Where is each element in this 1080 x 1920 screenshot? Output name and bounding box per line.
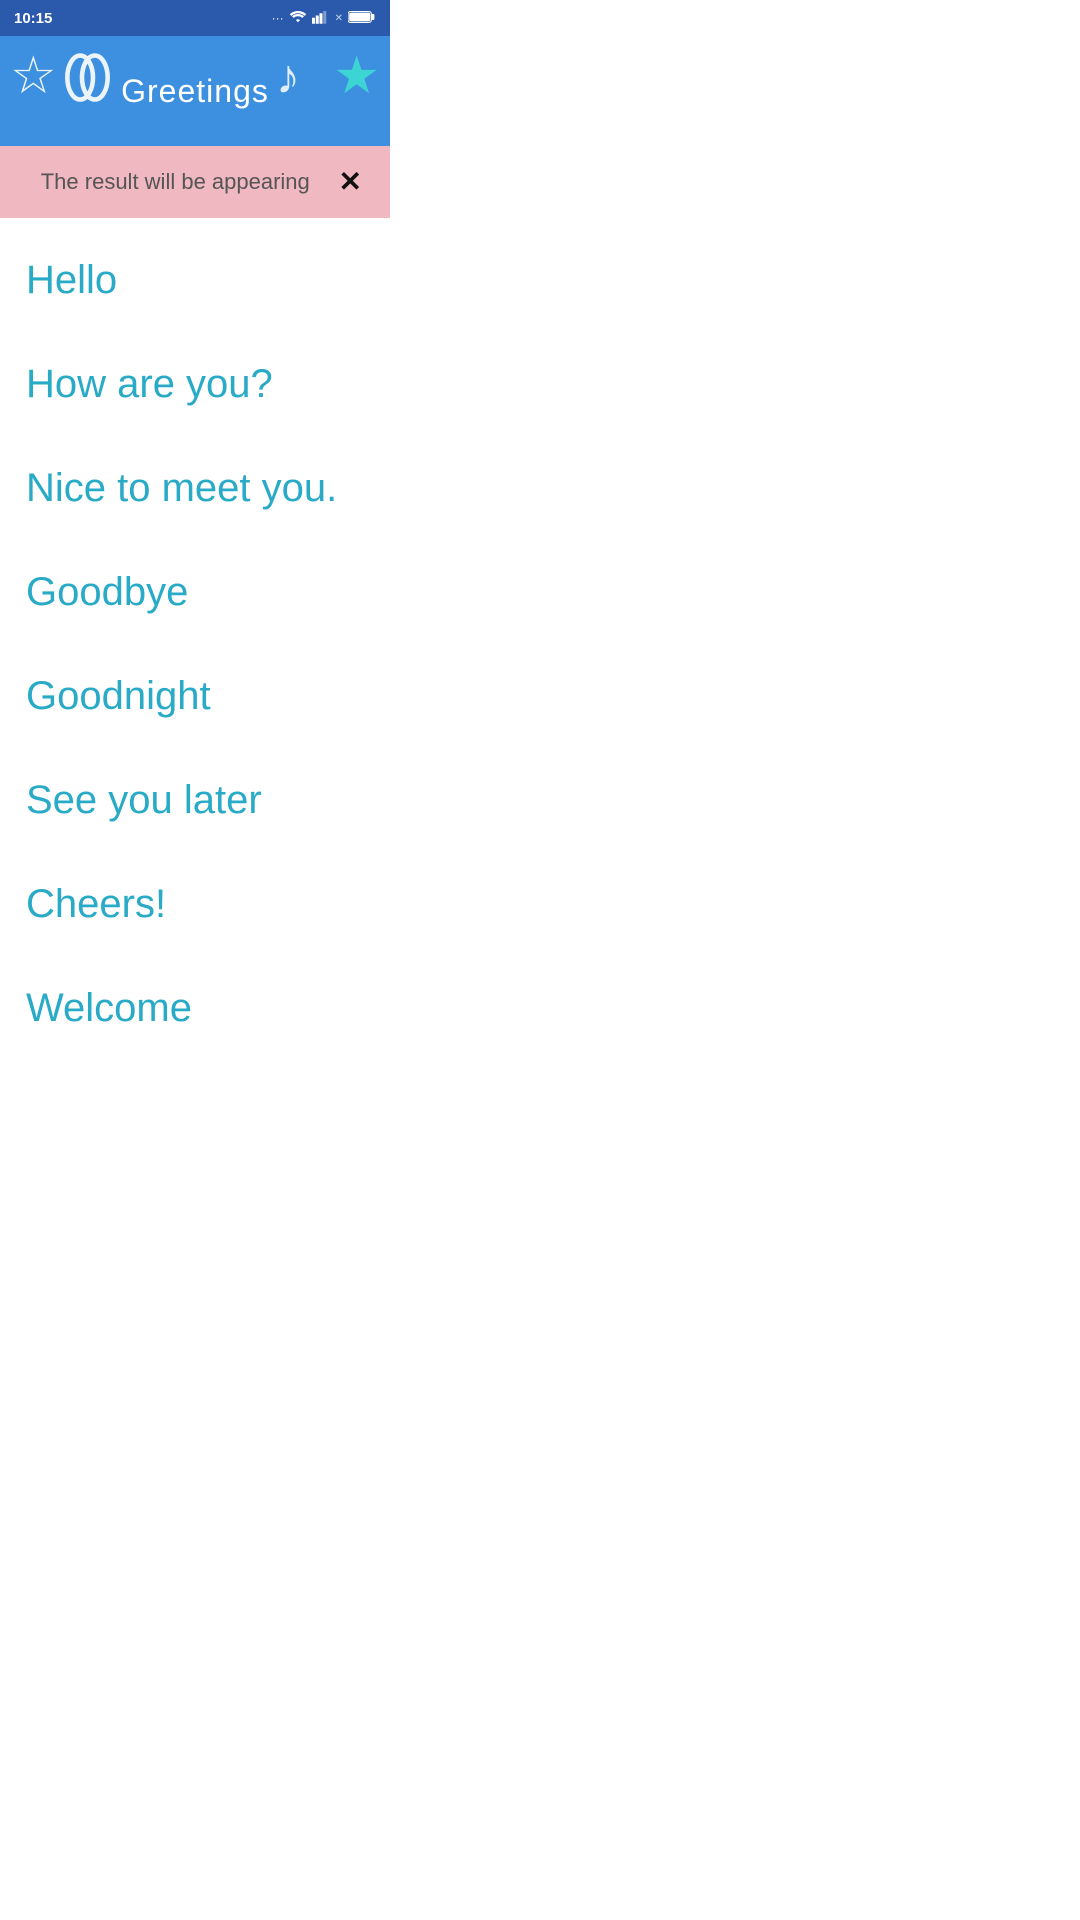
music-note-icon: ♪	[276, 50, 300, 105]
dots-icon: ···	[272, 11, 284, 25]
status-bar: 10:15 ··· ✕	[0, 0, 390, 36]
close-banner-button[interactable]: ✕	[331, 164, 370, 200]
list-item[interactable]: Goodnight	[0, 644, 390, 748]
banner-text: The result will be appearing	[20, 169, 331, 195]
status-icons: ··· ✕	[272, 10, 376, 27]
signal-icon	[312, 10, 330, 27]
wifi-icon	[289, 10, 307, 27]
list-item[interactable]: How are you?	[0, 332, 390, 436]
signal-x-icon: ✕	[335, 13, 343, 24]
greetings-list: HelloHow are you?Nice to meet you.Goodby…	[0, 218, 390, 1070]
app-title: Greetings	[121, 73, 269, 110]
list-item[interactable]: Cheers!	[0, 852, 390, 956]
logo-icon	[60, 50, 115, 118]
status-time: 10:15	[14, 10, 52, 27]
list-item[interactable]: Welcome	[0, 956, 390, 1060]
result-banner: The result will be appearing ✕	[0, 146, 390, 218]
star-right-icon: ★	[333, 46, 380, 106]
star-left-icon: ☆	[10, 46, 57, 106]
battery-icon	[348, 10, 376, 27]
list-item[interactable]: Nice to meet you.	[0, 436, 390, 540]
list-item[interactable]: Hello	[0, 228, 390, 332]
list-item[interactable]: See you later	[0, 748, 390, 852]
app-header: ☆ Greetings ♪ ★	[0, 36, 390, 146]
list-item[interactable]: Goodbye	[0, 540, 390, 644]
